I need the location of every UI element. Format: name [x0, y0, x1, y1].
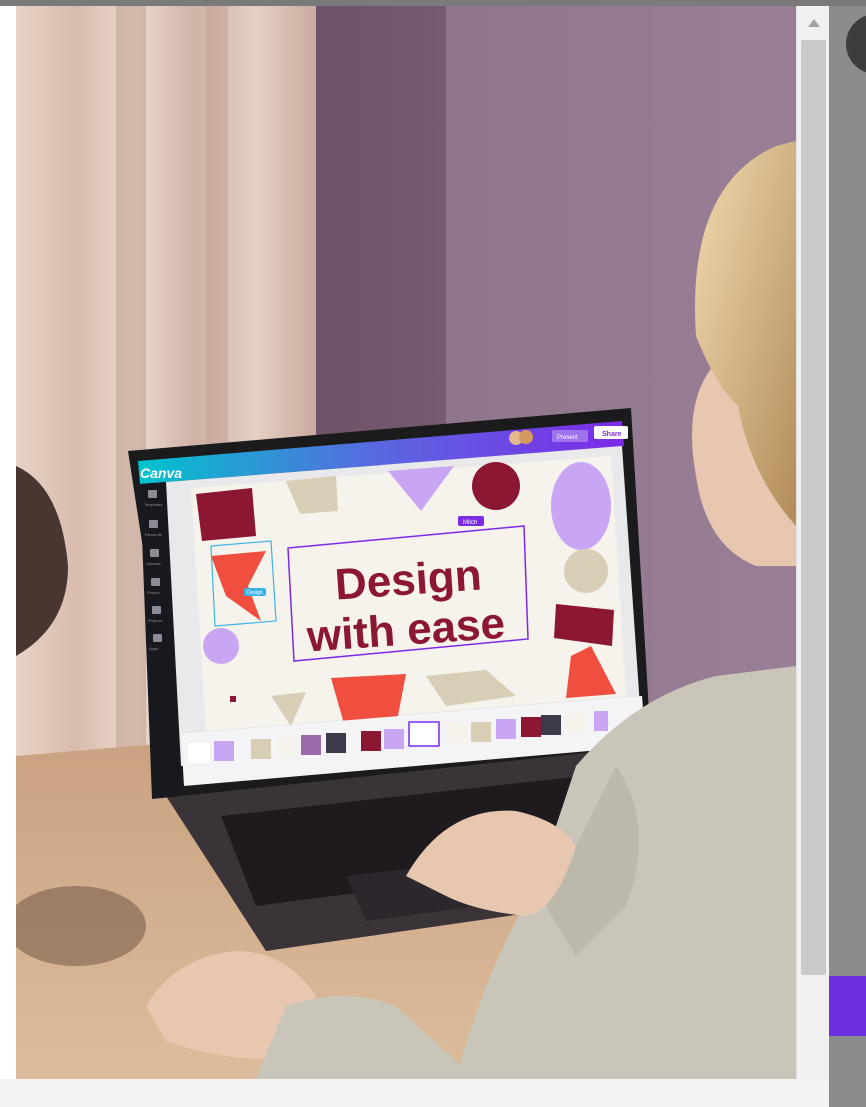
svg-text:Present: Present [557, 435, 578, 441]
vertical-scrollbar[interactable] [796, 6, 830, 1093]
sidebar-elements-icon [149, 520, 158, 528]
svg-text:Share: Share [602, 431, 622, 438]
svg-text:Elements: Elements [145, 532, 162, 537]
right-side-panel [829, 6, 866, 1107]
triangle-up-icon [807, 18, 820, 27]
canva-logo: Canva [140, 465, 182, 481]
sidebar-projects-icon [152, 606, 161, 614]
sidebar-templates-icon [148, 490, 157, 498]
sidebar-photos-icon [151, 578, 160, 586]
scene-illustration: Canva Present Share Templates Elements U… [16, 6, 796, 1079]
canva-editor-screen: Canva Present Share Templates Elements U… [138, 421, 646, 799]
canva-promo-photo: Canva Present Share Templates Elements U… [16, 6, 796, 1079]
svg-text:Apps: Apps [149, 646, 158, 651]
svg-text:Design: Design [247, 590, 263, 596]
image-viewer-frame: Canva Present Share Templates Elements U… [0, 6, 796, 1079]
avatar [846, 14, 866, 74]
headline-line-1: Design [333, 550, 483, 609]
svg-text:Projects: Projects [148, 618, 162, 623]
svg-text:Uploads: Uploads [146, 561, 161, 566]
scrollbar-thumb[interactable] [801, 40, 826, 975]
svg-text:Photos: Photos [147, 590, 159, 595]
bottom-strip [0, 1079, 829, 1107]
svg-text:Templates: Templates [144, 502, 162, 507]
accent-band [829, 976, 866, 1036]
sidebar-uploads-icon [150, 549, 159, 557]
sidebar-apps-icon [153, 634, 162, 642]
scroll-up-button[interactable] [805, 14, 822, 31]
svg-text:Mitch: Mitch [463, 520, 477, 526]
